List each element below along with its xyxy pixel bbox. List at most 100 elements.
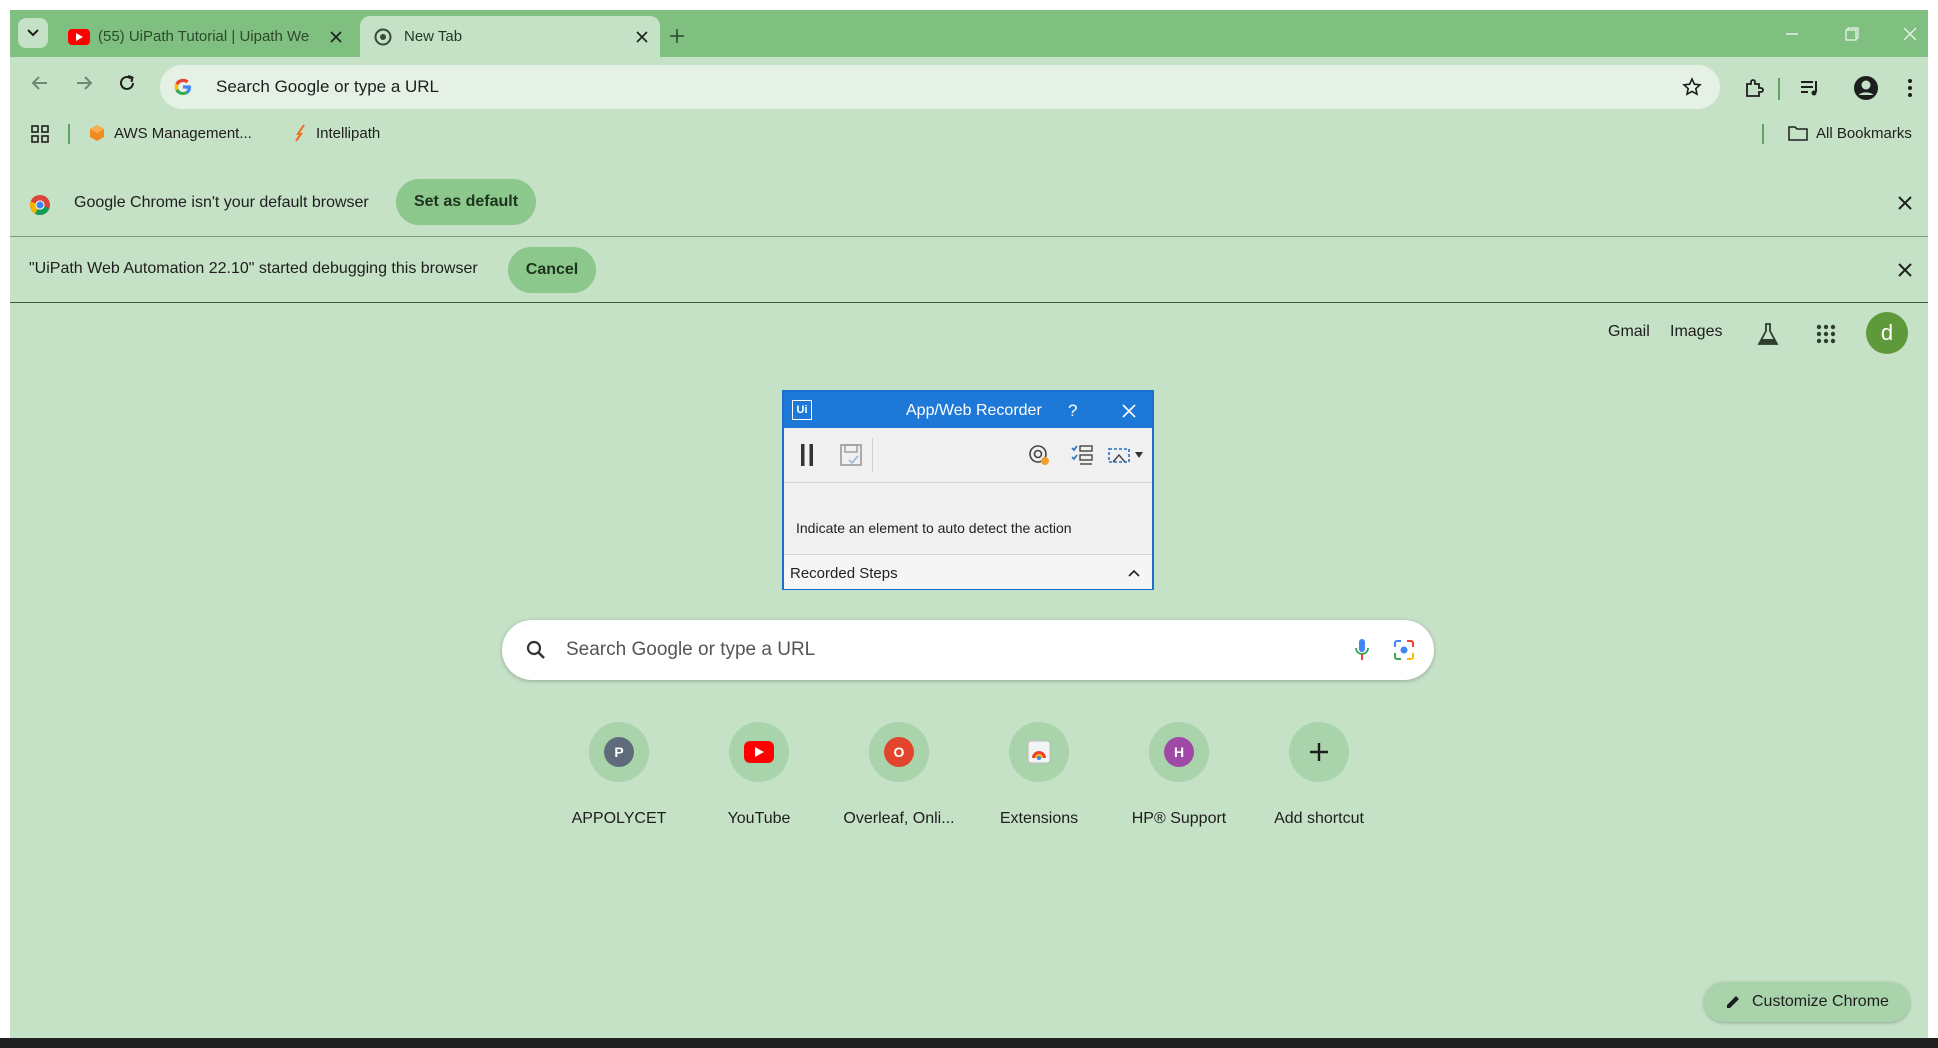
chrome-icon xyxy=(374,28,392,46)
recorder-title-bar[interactable]: Ui App/Web Recorder ? xyxy=(784,392,1152,428)
tab-title: (55) UiPath Tutorial | Uipath We xyxy=(98,28,310,45)
close-tab-icon[interactable] xyxy=(632,27,652,47)
pause-icon[interactable] xyxy=(796,442,818,468)
more-vert-icon xyxy=(1908,79,1912,97)
media-control-button[interactable] xyxy=(1796,74,1824,102)
address-bar[interactable]: Search Google or type a URL xyxy=(160,65,1720,109)
recorder-help-button[interactable]: ? xyxy=(1068,401,1077,421)
button-label: Set as default xyxy=(413,193,519,210)
playlist-icon xyxy=(1801,81,1817,96)
appolycet-favicon-icon: P xyxy=(604,737,634,767)
forward-button[interactable] xyxy=(70,69,98,97)
shortcut-overleaf[interactable]: O Overleaf, Onli... xyxy=(834,722,964,828)
extensions-button[interactable] xyxy=(1740,74,1768,102)
hp-favicon-icon: H xyxy=(1164,737,1194,767)
labs-flask-icon[interactable] xyxy=(1754,320,1782,348)
infobar-close-icon[interactable] xyxy=(1894,259,1916,281)
bookmark-aws[interactable]: AWS Management... xyxy=(88,121,252,145)
overleaf-favicon-icon: O xyxy=(884,737,914,767)
all-bookmarks-label: All Bookmarks xyxy=(1816,124,1912,142)
tab-uipath-tutorial[interactable]: (55) UiPath Tutorial | Uipath We xyxy=(58,16,358,57)
recorder-toolbar xyxy=(784,428,1152,483)
folder-icon xyxy=(1788,124,1808,142)
debugging-infobar: "UiPath Web Automation 22.10" started de… xyxy=(10,236,1928,303)
shortcut-add[interactable]: Add shortcut xyxy=(1254,722,1384,828)
button-label: Cancel xyxy=(525,261,579,278)
google-g-icon xyxy=(172,76,194,98)
infobar-message: "UiPath Web Automation 22.10" started de… xyxy=(29,260,478,277)
close-tab-icon[interactable] xyxy=(326,27,346,47)
plus-icon xyxy=(670,29,684,43)
tab-search-button[interactable] xyxy=(18,18,48,48)
shortcut-tile xyxy=(729,722,789,782)
tab-title: New Tab xyxy=(404,28,463,45)
cancel-debugging-button[interactable]: Cancel xyxy=(508,247,596,293)
window-close-button[interactable] xyxy=(1898,22,1922,46)
shortcut-youtube[interactable]: YouTube xyxy=(694,722,824,828)
chevron-up-icon[interactable] xyxy=(1126,565,1142,581)
menu-button[interactable] xyxy=(1898,74,1922,102)
save-icon[interactable] xyxy=(838,442,864,468)
bookmarks-divider xyxy=(1762,124,1764,144)
back-button[interactable] xyxy=(26,69,54,97)
search-icon xyxy=(524,638,548,662)
default-browser-infobar: Google Chrome isn't your default browser… xyxy=(10,174,1928,237)
set-as-default-button[interactable]: Set as default xyxy=(396,179,536,225)
toolbar-divider xyxy=(1778,78,1780,100)
recorded-steps-header[interactable]: Recorded Steps xyxy=(784,554,1152,589)
aws-icon xyxy=(88,124,106,142)
puzzle-icon xyxy=(1746,79,1764,97)
customize-chrome-button[interactable]: Customize Chrome xyxy=(1704,982,1910,1022)
target-record-icon[interactable] xyxy=(1026,442,1052,468)
uipath-logo-icon: Ui xyxy=(792,400,812,420)
google-apps-icon[interactable] xyxy=(1812,320,1840,348)
arrow-right-icon xyxy=(77,76,93,90)
shortcut-label: Add shortcut xyxy=(1274,810,1364,827)
shortcut-tile: P xyxy=(589,722,649,782)
tab-new-tab[interactable]: New Tab xyxy=(360,16,660,57)
customize-chrome-label: Customize Chrome xyxy=(1752,993,1889,1010)
screen-capture-dropdown-icon[interactable] xyxy=(1106,442,1146,468)
shortcut-label: HP® Support xyxy=(1131,810,1227,827)
apps-shortcut-button[interactable] xyxy=(28,122,52,146)
account-icon xyxy=(1854,76,1878,100)
recorder-title: App/Web Recorder xyxy=(906,402,1042,419)
shortcut-tile xyxy=(1009,722,1069,782)
voice-search-icon[interactable] xyxy=(1348,636,1376,664)
google-lens-icon[interactable] xyxy=(1390,636,1418,664)
arrow-left-icon xyxy=(31,76,47,90)
shortcut-label: YouTube xyxy=(727,810,791,827)
intellipath-icon xyxy=(292,124,308,142)
bookmark-star-icon[interactable] xyxy=(1680,75,1704,99)
profile-button[interactable] xyxy=(1852,74,1880,102)
address-placeholder: Search Google or type a URL xyxy=(216,77,440,96)
browser-window: (55) UiPath Tutorial | Uipath We New Tab xyxy=(10,10,1928,1048)
restore-button[interactable] xyxy=(1840,22,1864,46)
minimize-button[interactable] xyxy=(1780,22,1804,46)
shortcut-tile xyxy=(1289,722,1349,782)
ntp-search-box[interactable]: Search Google or type a URL xyxy=(502,620,1434,680)
shortcut-extensions[interactable]: Extensions xyxy=(974,722,1104,828)
bookmark-label: Intellipath xyxy=(316,124,381,142)
shortcut-tile: O xyxy=(869,722,929,782)
infobar-close-icon[interactable] xyxy=(1894,192,1916,214)
account-avatar[interactable]: d xyxy=(1866,312,1908,354)
shortcut-hp-support[interactable]: H HP® Support xyxy=(1114,722,1244,828)
new-tab-button[interactable] xyxy=(665,24,689,48)
chevron-down-icon xyxy=(27,29,39,37)
app-web-recorder-dialog: Ui App/Web Recorder ? Indicate an elemen… xyxy=(782,390,1154,590)
images-link[interactable]: Images xyxy=(1670,323,1722,341)
youtube-icon xyxy=(68,28,90,45)
recorder-close-icon[interactable] xyxy=(1120,402,1138,420)
reload-icon xyxy=(120,75,134,90)
all-bookmarks-button[interactable]: All Bookmarks xyxy=(1788,121,1912,145)
checklist-icon[interactable] xyxy=(1069,442,1095,468)
youtube-icon xyxy=(744,741,774,763)
search-placeholder: Search Google or type a URL xyxy=(566,639,816,660)
extensions-favicon-icon xyxy=(1024,737,1054,767)
bookmark-intellipath[interactable]: Intellipath xyxy=(292,121,380,145)
shortcut-appolycet[interactable]: P APPOLYCET xyxy=(554,722,684,828)
bookmarks-divider xyxy=(68,124,70,144)
reload-button[interactable] xyxy=(113,69,141,97)
gmail-link[interactable]: Gmail xyxy=(1608,323,1650,341)
